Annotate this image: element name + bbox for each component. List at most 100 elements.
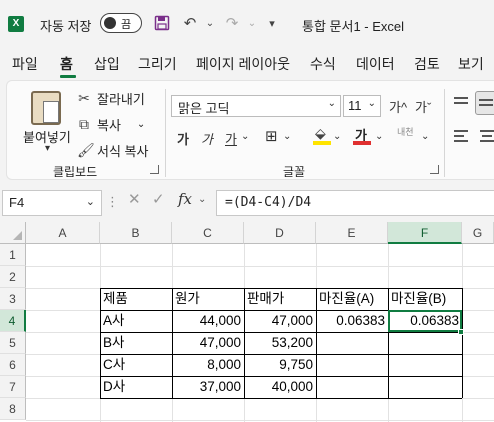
name-box[interactable]: F4 ⌄ xyxy=(2,190,102,216)
cut-button[interactable]: ✂ 잘라내기 xyxy=(77,89,145,108)
increase-font-size-button[interactable]: 가^ xyxy=(389,97,407,116)
fill-handle[interactable] xyxy=(458,329,464,335)
row-header-7[interactable]: 7 xyxy=(0,376,26,398)
clipboard-launcher-icon[interactable] xyxy=(150,165,159,174)
copy-dropdown-icon[interactable]: ⌄ xyxy=(137,119,145,130)
table-header-cell[interactable]: 제품 xyxy=(100,288,172,310)
undo-dropdown-icon[interactable]: ⌄ xyxy=(200,13,220,33)
align-center-icon[interactable] xyxy=(479,127,494,145)
tab-page-layout[interactable]: 페이지 레이아웃 xyxy=(196,54,290,74)
table-cell[interactable]: 40,000 xyxy=(244,376,316,398)
more-options-icon: ⋮ xyxy=(106,194,119,209)
paste-dropdown-icon[interactable]: ▾ xyxy=(45,143,50,154)
table-header-cell[interactable]: 마진율(A) xyxy=(316,288,388,310)
copy-button[interactable]: ⧉ 복사 ⌄ xyxy=(77,115,145,134)
ribbon-tabs: 파일 홈 삽입 그리기 페이지 레이아웃 수식 데이터 검토 보기 xyxy=(0,48,494,78)
chevron-down-icon: ⌄ xyxy=(367,98,376,109)
bold-button[interactable]: 가 xyxy=(177,129,189,148)
autosave-toggle[interactable]: 끔 xyxy=(100,13,142,33)
table-cell[interactable]: 47,000 xyxy=(172,332,244,354)
worksheet-grid: A B C D E F G 1 2 3 4 5 6 7 8 제품 원가 판매가 … xyxy=(0,222,494,422)
table-cell[interactable]: 8,000 xyxy=(172,354,244,376)
phonetic-guide-button[interactable]: 내천 xyxy=(397,127,417,137)
borders-icon[interactable]: ⊞ xyxy=(265,127,278,145)
paste-icon[interactable] xyxy=(31,91,61,125)
table-cell[interactable]: A사 xyxy=(100,310,172,332)
phonetic-dropdown-icon[interactable]: ⌄ xyxy=(421,131,429,142)
column-header-g[interactable]: G xyxy=(462,222,494,244)
row-header-5[interactable]: 5 xyxy=(0,332,26,354)
tab-review[interactable]: 검토 xyxy=(414,54,440,74)
column-header-c[interactable]: C xyxy=(172,222,244,244)
undo-icon[interactable]: ↶ xyxy=(180,13,200,33)
active-cell-border xyxy=(388,310,462,332)
table-header-cell[interactable]: 마진율(B) xyxy=(388,288,462,310)
tab-view[interactable]: 보기 xyxy=(458,54,484,74)
table-header-cell[interactable]: 원가 xyxy=(172,288,244,310)
column-header-a[interactable]: A xyxy=(26,222,100,244)
font-color-dropdown-icon[interactable]: ⌄ xyxy=(375,131,383,142)
font-size-value: 11 xyxy=(348,98,362,113)
decrease-font-size-button[interactable]: 가ˇ xyxy=(415,97,431,116)
chevron-down-icon: ⌄ xyxy=(327,98,336,109)
ribbon-panel: 붙여넣기 ▾ ✂ 잘라내기 ⧉ 복사 ⌄ 🖌 서식 복사 클립보드 맑은 고딕 … xyxy=(6,80,494,180)
tab-data[interactable]: 데이터 xyxy=(356,54,395,74)
align-top-icon[interactable] xyxy=(453,95,469,111)
table-cell[interactable]: 44,000 xyxy=(172,310,244,332)
table-header-cell[interactable]: 판매가 xyxy=(244,288,316,310)
table-cell[interactable]: 0.06383 xyxy=(316,310,388,332)
align-left-icon[interactable] xyxy=(453,127,469,145)
row-header-4[interactable]: 4 xyxy=(0,310,26,332)
italic-button[interactable]: 가 xyxy=(201,129,213,148)
table-cell[interactable]: B사 xyxy=(100,332,172,354)
font-launcher-icon[interactable] xyxy=(430,165,439,174)
customize-qat-icon[interactable]: ▾ xyxy=(262,13,282,33)
tab-file[interactable]: 파일 xyxy=(12,54,38,74)
select-all-button[interactable] xyxy=(0,222,26,244)
function-dropdown-icon[interactable]: ⌄ xyxy=(198,194,206,205)
cancel-icon[interactable]: ✕ xyxy=(128,190,141,208)
table-cell[interactable]: D사 xyxy=(100,376,172,398)
row-header-3[interactable]: 3 xyxy=(0,288,26,310)
save-icon[interactable] xyxy=(152,13,172,33)
insert-function-icon[interactable]: fx xyxy=(178,190,192,208)
row-header-8[interactable]: 8 xyxy=(0,398,26,420)
fill-color-dropdown-icon[interactable]: ⌄ xyxy=(333,131,341,142)
font-name-dropdown[interactable]: 맑은 고딕 ⌄ xyxy=(171,95,341,117)
table-cell[interactable]: 37,000 xyxy=(172,376,244,398)
column-header-b[interactable]: B xyxy=(100,222,172,244)
table-cell[interactable]: 53,200 xyxy=(244,332,316,354)
table-cell[interactable]: C사 xyxy=(100,354,172,376)
redo-dropdown-icon[interactable]: ⌄ xyxy=(242,13,262,33)
enter-icon[interactable]: ✓ xyxy=(152,190,165,208)
font-color-button[interactable]: 가 xyxy=(353,125,371,145)
tab-formulas[interactable]: 수식 xyxy=(310,54,336,74)
row-header-1[interactable]: 1 xyxy=(0,244,26,266)
table-border xyxy=(462,288,463,398)
column-header-f[interactable]: F xyxy=(388,222,462,244)
borders-dropdown-icon[interactable]: ⌄ xyxy=(283,131,291,142)
font-size-dropdown[interactable]: 11 ⌄ xyxy=(343,95,381,117)
formula-bar: F4 ⌄ ⋮ ✕ ✓ fx ⌄ =(D4-C4)/D4 xyxy=(0,182,494,222)
row-header-2[interactable]: 2 xyxy=(0,266,26,288)
column-header-e[interactable]: E xyxy=(316,222,388,244)
toggle-knob xyxy=(104,17,116,29)
tab-home[interactable]: 홈 xyxy=(60,54,73,74)
column-header-d[interactable]: D xyxy=(244,222,316,244)
row-header-6[interactable]: 6 xyxy=(0,354,26,376)
format-painter-button[interactable]: 🖌 서식 복사 xyxy=(77,141,148,160)
formula-input[interactable]: =(D4-C4)/D4 xyxy=(216,190,494,216)
align-middle-icon[interactable] xyxy=(475,91,494,115)
fill-color-button[interactable]: ⬙ xyxy=(313,125,331,145)
tab-insert[interactable]: 삽입 xyxy=(94,54,120,74)
table-cell[interactable]: 47,000 xyxy=(244,310,316,332)
paint-bucket-icon: ⬙ xyxy=(315,125,326,141)
copy-icon: ⧉ xyxy=(79,116,89,132)
underline-dropdown-icon[interactable]: ⌄ xyxy=(241,131,249,142)
underline-button[interactable]: 가 xyxy=(225,129,237,148)
table-cell[interactable]: 9,750 xyxy=(244,354,316,376)
gridline xyxy=(26,266,494,267)
redo-icon[interactable]: ↷ xyxy=(222,13,242,33)
tab-draw[interactable]: 그리기 xyxy=(138,54,177,74)
format-painter-label: 서식 복사 xyxy=(97,144,149,159)
